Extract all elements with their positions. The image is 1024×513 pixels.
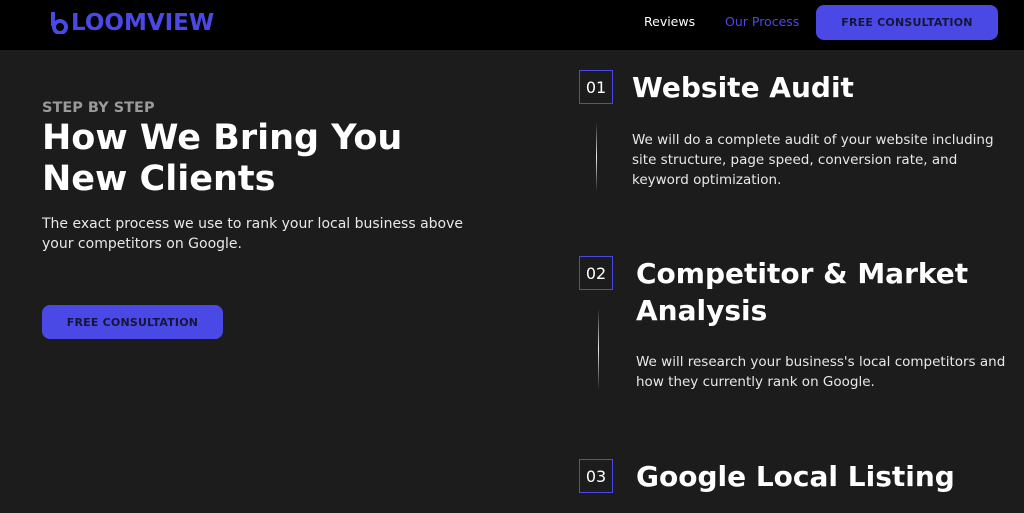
- nav-link-our-process[interactable]: Our Process: [725, 14, 799, 29]
- hero-eyebrow: STEP BY STEP: [42, 100, 155, 116]
- step-number-badge: 01: [579, 70, 613, 104]
- step-description: We will research your business's local c…: [636, 354, 1006, 390]
- hero-free-consultation-button[interactable]: FREE CONSULTATION: [42, 305, 223, 339]
- hero-title: How We Bring You New Clients: [42, 118, 403, 199]
- logo-mark-icon: [51, 12, 68, 34]
- step-connector-line: [596, 122, 597, 192]
- step-title: Website Audit: [632, 71, 854, 104]
- logo[interactable]: LOOMVIEW: [50, 8, 214, 38]
- step-title: Google Local Listing: [636, 460, 955, 493]
- step-number-badge: 02: [579, 256, 613, 290]
- header-free-consultation-button[interactable]: FREE CONSULTATION: [816, 5, 998, 40]
- top-navigation-bar: LOOMVIEW Reviews Our Process FREE CONSUL…: [0, 0, 1024, 50]
- nav-link-reviews[interactable]: Reviews: [644, 14, 695, 29]
- logo-text: LOOMVIEW: [71, 10, 215, 36]
- step-connector-line: [598, 308, 599, 390]
- step-title: Competitor & Market Analysis: [636, 257, 969, 327]
- step-number-badge: 03: [579, 459, 613, 493]
- hero-description: The exact process we use to rank your lo…: [42, 216, 464, 252]
- step-description: We will do a complete audit of your webs…: [632, 132, 994, 188]
